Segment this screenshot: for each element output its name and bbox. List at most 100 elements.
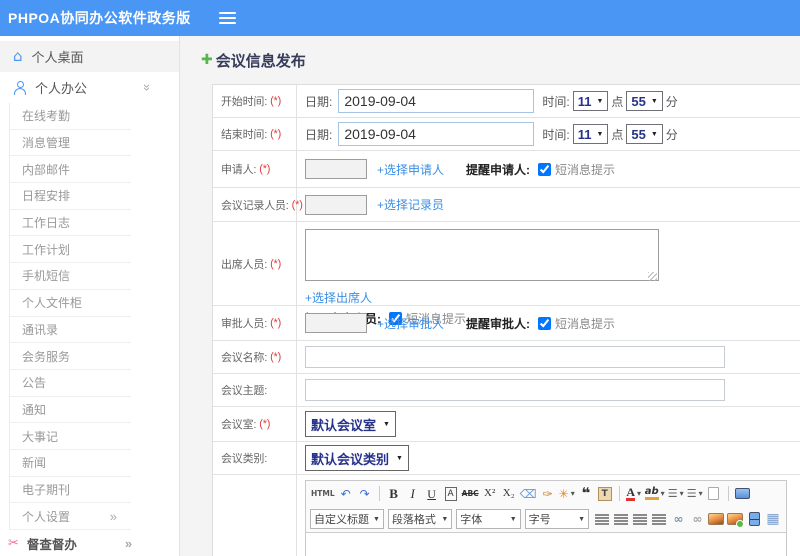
highlight-color-icon[interactable]: ab ▾ (644, 484, 666, 503)
sidebar-item-个人文件柜[interactable]: 个人文件柜 (9, 289, 131, 317)
resize-handle-icon[interactable] (648, 272, 657, 281)
autotypeset-icon[interactable]: ✳ ▾ (558, 484, 576, 503)
sidebar-item-工作日志[interactable]: 工作日志 (9, 209, 131, 237)
meeting-room-select[interactable]: 默认会议室 ▼ (305, 411, 396, 437)
blockquote-icon[interactable]: ❝ (577, 484, 595, 503)
required-mark: (*) (270, 257, 282, 270)
sidebar-item-新闻[interactable]: 新闻 (9, 449, 131, 477)
superscript-button[interactable]: X² (481, 484, 499, 503)
sidebar-item-内部邮件[interactable]: 内部邮件 (9, 156, 131, 184)
sidebar-item-消息管理[interactable]: 消息管理 (9, 129, 131, 157)
align-right-icon[interactable] (631, 510, 649, 529)
chevron-down-icon: ▼ (650, 130, 658, 138)
sidebar-item-督查督办[interactable]: ✂ 督查督办 » (0, 530, 179, 556)
ordered-list-icon[interactable]: ☰ ▾ (667, 484, 685, 503)
subscript-button[interactable]: X₂ (500, 484, 518, 503)
recorder-label: 会议记录人员: (221, 199, 289, 212)
sidebar-item-label: 电子期刊 (22, 482, 71, 497)
end-date-input[interactable] (338, 122, 535, 146)
pick-recorder-link[interactable]: +选择记录员 (377, 196, 444, 213)
sidebar-item-个人办公[interactable]: 个人办公 » (0, 72, 179, 103)
strikethrough-button[interactable]: ABC (461, 484, 480, 503)
sidebar-item-个人桌面[interactable]: ⌂ 个人桌面 (0, 41, 179, 72)
sidebar-item-会务服务[interactable]: 会务服务 (9, 343, 131, 370)
attendees-textarea[interactable] (305, 229, 659, 281)
paragraph-format-select[interactable]: 段落格式 ▼ (387, 509, 453, 529)
image-icon[interactable] (707, 510, 725, 529)
underline-button[interactable]: U (423, 484, 441, 503)
meeting-topic-input[interactable] (305, 379, 725, 401)
sidebar-item-在线考勤[interactable]: 在线考勤 (9, 103, 131, 130)
align-justify-icon[interactable] (650, 510, 668, 529)
sidebar-item-label: 新闻 (22, 456, 47, 471)
toolbar-separator (378, 486, 380, 501)
app-header: PHPOA协同办公软件政务版 (0, 0, 800, 36)
eraser-icon[interactable]: ⌫ (519, 484, 538, 503)
start-minute-select[interactable]: 55 ▼ (626, 91, 663, 111)
format-brush-icon[interactable]: ✑ (539, 484, 557, 503)
approver-input[interactable] (305, 313, 367, 333)
align-left-icon[interactable] (593, 510, 611, 529)
time-label: 时间: (542, 127, 570, 142)
chevron-down-icon: ▼ (596, 97, 604, 105)
meeting-category-select[interactable]: 默认会议类别 ▼ (305, 445, 409, 471)
end-minute-select[interactable]: 55 ▼ (626, 124, 663, 144)
font-family-select[interactable]: 字体 ▼ (456, 509, 521, 529)
sidebar-item-label: 大事记 (22, 429, 59, 444)
recorder-input[interactable] (305, 194, 367, 215)
sidebar-item-label: 内部邮件 (22, 162, 71, 177)
italic-button[interactable]: I (404, 484, 422, 503)
sidebar-item-通讯录[interactable]: 通讯录 (9, 316, 131, 344)
chevron-down-icon: ▾ (637, 489, 642, 498)
editor-content[interactable] (306, 532, 786, 556)
paste-icon[interactable]: T (596, 484, 614, 503)
media-icon[interactable] (745, 510, 763, 529)
select-label: 字体 (460, 514, 483, 526)
sidebar-item-label: 个人设置 (22, 509, 71, 524)
applicant-input[interactable] (305, 159, 367, 179)
pick-approver-link[interactable]: +选择审批人 (377, 315, 444, 332)
meeting-name-input[interactable] (305, 346, 725, 368)
insert-image-icon[interactable] (726, 510, 745, 529)
start-hour-select[interactable]: 11 ▼ (572, 91, 609, 111)
sidebar-item-手机短信[interactable]: 手机短信 (9, 263, 131, 290)
sidebar-item-个人设置[interactable]: 个人设置 » (9, 503, 131, 530)
start-date-input[interactable] (338, 89, 535, 113)
unordered-list-icon[interactable]: ☰ ▾ (686, 484, 704, 503)
undo-icon[interactable]: ↶ (337, 484, 355, 503)
sms-hint-label: 短消息提示 (555, 162, 616, 177)
sidebar-item-电子期刊[interactable]: 电子期刊 (9, 476, 131, 504)
font-size-select[interactable]: 字号 ▼ (524, 509, 590, 529)
link-icon[interactable]: ∞ (669, 510, 687, 529)
end-hour-select[interactable]: 11 ▼ (572, 124, 609, 144)
align-center-icon[interactable] (612, 510, 630, 529)
sidebar-item-公告[interactable]: 公告 (9, 369, 131, 397)
sidebar-item-label: 个人办公 (35, 81, 88, 96)
time-label: 时间: (542, 94, 570, 109)
applicant-sms-checkbox[interactable] (538, 162, 552, 176)
sidebar-item-label: 会务服务 (22, 349, 71, 364)
html-source-button[interactable]: HTML (310, 484, 336, 503)
sidebar-item-通知[interactable]: 通知 (9, 396, 131, 424)
sidebar-item-日程安排[interactable]: 日程安排 (9, 183, 131, 210)
font-border-button[interactable]: A (442, 484, 460, 503)
bold-button[interactable]: B (385, 484, 403, 503)
approver-sms-checkbox[interactable] (538, 316, 552, 330)
insert-table-icon[interactable]: ▦ (764, 510, 782, 529)
new-page-icon[interactable] (705, 484, 723, 503)
redo-icon[interactable]: ↷ (356, 484, 374, 503)
unlink-icon[interactable]: ∞ (688, 510, 706, 529)
font-color-icon[interactable]: A ▾ (625, 484, 643, 503)
fullscreen-icon[interactable] (734, 484, 752, 503)
toolbar-separator (727, 486, 729, 501)
meeting-category-label: 会议类别: (221, 453, 268, 465)
pick-attendees-link[interactable]: +选择出席人 (305, 291, 372, 305)
sidebar-item-大事记[interactable]: 大事记 (9, 423, 131, 450)
heading-select[interactable]: 自定义标题 ▼ (310, 509, 384, 529)
add-icon: ✚ (201, 52, 213, 68)
sidebar-item-工作计划[interactable]: 工作计划 (9, 236, 131, 264)
sidebar-item-label: 通知 (22, 402, 47, 417)
main-content: ✚ 会议信息发布 开始时间:(*) 日期: 时间: 11▼ 点 55▼ 分 结束… (180, 36, 800, 556)
pick-applicant-link[interactable]: +选择申请人 (377, 161, 444, 178)
hamburger-menu-icon[interactable] (218, 11, 236, 25)
